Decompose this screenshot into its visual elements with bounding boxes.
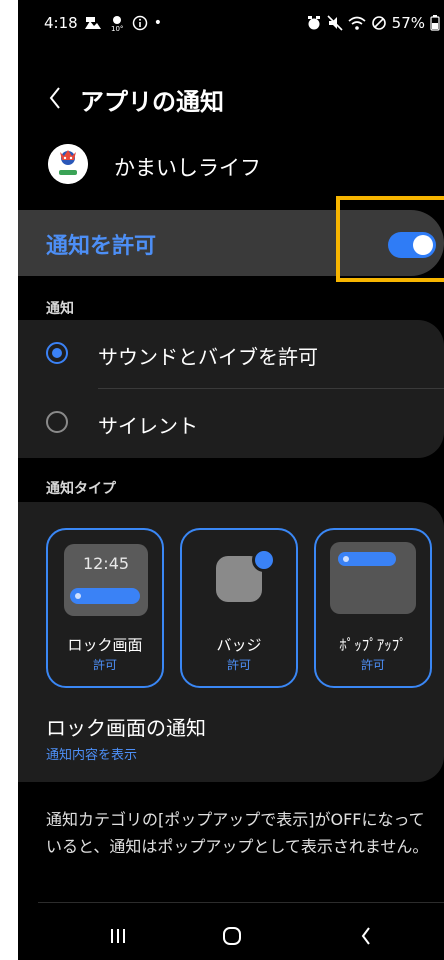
tile-lock-screen[interactable]: 12:45 ロック画面 許可 xyxy=(46,528,164,688)
page-title: アプリの通知 xyxy=(80,88,224,116)
radio-unselected-icon xyxy=(46,411,68,433)
toggle-knob xyxy=(413,235,433,255)
phone-screen: 4:18 10° • 57% アプリの通知 かまいしライフ 通知を許可 通知 サ… xyxy=(18,0,444,960)
photo-notif-icon xyxy=(84,17,101,29)
status-left: 4:18 10° • xyxy=(44,14,162,32)
alarm-icon xyxy=(307,16,320,30)
option-sound-vibrate[interactable]: サウンドとバイブを許可 xyxy=(18,321,444,387)
tile-name: ﾎﾟｯﾌﾟｱｯﾌﾟ xyxy=(339,636,407,654)
allow-notifications-label: 通知を許可 xyxy=(46,234,157,259)
bottom-divider xyxy=(38,902,444,903)
status-time: 4:18 xyxy=(44,14,78,32)
battery-icon xyxy=(430,15,440,31)
preview-notification-bar xyxy=(70,588,140,604)
battery-percent: 57% xyxy=(391,14,425,32)
svg-text:10°: 10° xyxy=(111,25,123,32)
recents-icon xyxy=(111,929,125,943)
lock-screen-notification-value: 通知内容を表示 xyxy=(46,748,138,763)
navigation-bar xyxy=(18,912,444,960)
dot-icon: • xyxy=(153,15,162,31)
tile-name: ロック画面 xyxy=(67,636,143,654)
status-right: 57% xyxy=(306,14,440,32)
info-text: 通知カテゴリの[ポップアップで表示]がOFFになっていると、通知はポップアップと… xyxy=(46,810,429,856)
mute-icon xyxy=(327,15,343,31)
tile-status: 許可 xyxy=(92,658,117,672)
option-label: サウンドとバイブを許可 xyxy=(98,345,318,369)
back-nav-button[interactable] xyxy=(336,918,396,954)
app-info-row: かまいしライフ xyxy=(18,140,444,188)
tile-name: バッジ xyxy=(216,636,262,654)
tile-badge[interactable]: バッジ 許可 xyxy=(180,528,298,688)
info-icon xyxy=(132,15,147,31)
wifi-icon xyxy=(348,16,366,30)
preview-time: 12:45 xyxy=(82,554,130,573)
home-button[interactable] xyxy=(202,918,262,954)
notification-type-section-label: 通知タイプ xyxy=(46,481,116,497)
tile-status: 許可 xyxy=(360,658,385,672)
lock-screen-preview-icon: 12:45 xyxy=(64,544,148,616)
badge-dot-icon xyxy=(252,548,276,572)
lock-screen-notification-title: ロック画面の通知 xyxy=(46,716,206,740)
option-label: サイレント xyxy=(98,414,198,438)
option-silent[interactable]: サイレント xyxy=(18,390,444,456)
back-button[interactable] xyxy=(38,76,72,120)
popup-preview-icon xyxy=(330,542,416,614)
radio-selected-icon xyxy=(46,342,68,364)
allow-notifications-toggle[interactable] xyxy=(388,232,436,258)
chevron-left-icon xyxy=(49,87,60,109)
do-not-disturb-icon xyxy=(371,16,386,30)
app-logo-icon xyxy=(48,144,88,184)
options-divider xyxy=(98,388,444,389)
page-header: アプリの通知 xyxy=(18,76,444,120)
lock-screen-notification-setting[interactable]: ロック画面の通知 通知内容を表示 xyxy=(18,700,444,776)
weather-icon: 10° xyxy=(111,16,123,32)
status-bar: 4:18 10° • 57% xyxy=(18,0,444,52)
tile-status: 許可 xyxy=(226,658,251,672)
recents-button[interactable] xyxy=(88,918,148,954)
popup-notification-bar xyxy=(338,552,396,566)
home-icon xyxy=(223,927,241,945)
tile-popup[interactable]: ﾎﾟｯﾌﾟｱｯﾌﾟ 許可 xyxy=(314,528,432,688)
chevron-left-icon xyxy=(361,927,370,945)
app-name: かまいしライフ xyxy=(114,156,261,180)
notification-section-label: 通知 xyxy=(46,301,74,317)
